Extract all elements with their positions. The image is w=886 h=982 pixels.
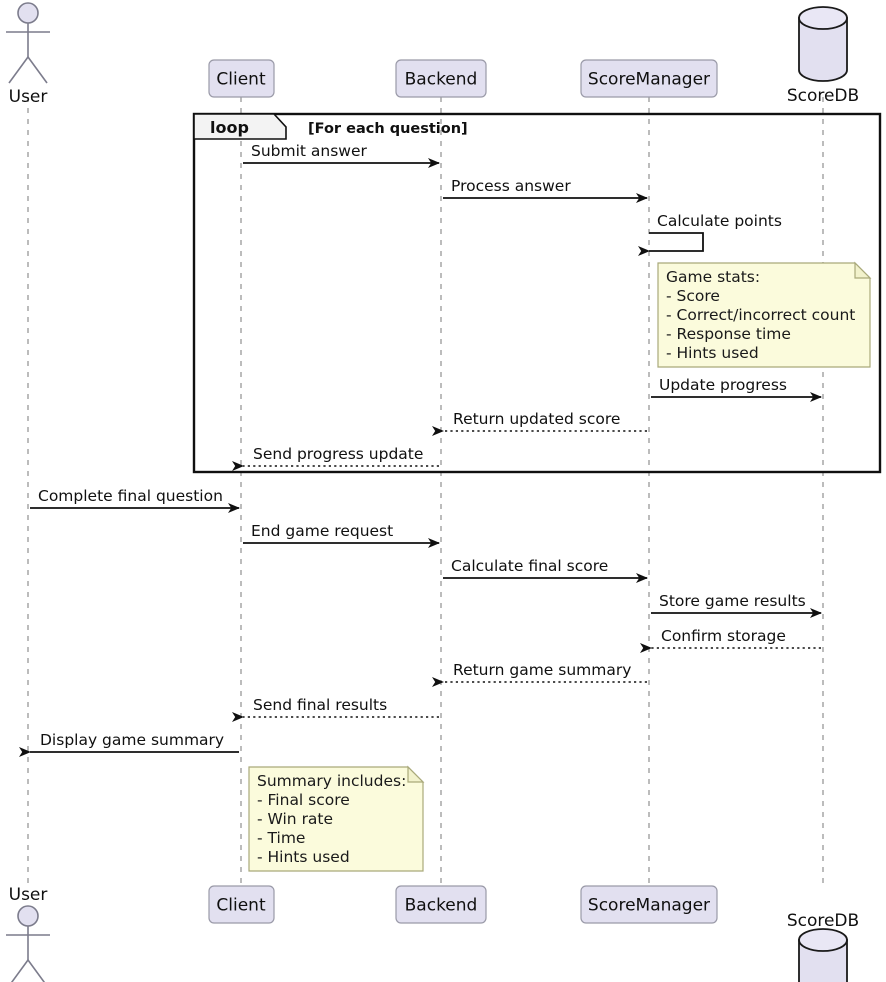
database-top-icon <box>798 6 848 30</box>
message-m8: End game request <box>243 522 440 548</box>
message-label-m3: Calculate points <box>657 212 782 230</box>
message-m2: Process answer <box>443 177 648 203</box>
message-m9: Calculate final score <box>443 557 648 583</box>
note-note-game-stats: Game stats:- Score- Correct/incorrect co… <box>657 261 872 368</box>
message-m4: Update progress <box>651 376 822 402</box>
participants-top-group: User Client Backend ScoreManager ScoreDB <box>6 2 859 107</box>
participant-label-scoremanager: ScoreManager <box>588 70 710 90</box>
participant-label-client: Client <box>216 896 266 916</box>
message-m5: Return updated score <box>432 410 647 436</box>
participants-bottom-group: User Client Backend ScoreManager ScoreDB <box>6 885 859 982</box>
actor-user: User <box>6 2 50 107</box>
participant-label-client: Client <box>216 70 266 90</box>
message-m3: Calculate points <box>638 212 782 256</box>
message-m6: Send progress update <box>232 445 439 471</box>
participant-client[interactable]: Client <box>208 59 275 98</box>
note-line: - Response time <box>666 325 791 343</box>
participant-backend[interactable]: Backend <box>395 59 487 98</box>
message-m13: Send final results <box>232 696 439 722</box>
loop-fragment-tag-label: loop <box>210 118 249 137</box>
message-m11: Confirm storage <box>640 627 821 653</box>
database-label-scoredb: ScoreDB <box>787 911 859 931</box>
message-m1: Submit answer <box>243 142 440 168</box>
message-m12: Return game summary <box>432 661 647 687</box>
participant-backend[interactable]: Backend <box>395 885 487 924</box>
database-scoredb: ScoreDB <box>787 911 859 982</box>
message-label-m13: Send final results <box>253 696 387 714</box>
note-line: - Time <box>257 829 305 847</box>
message-label-m8: End game request <box>251 522 393 540</box>
message-m14: Display game summary <box>19 731 239 757</box>
diagram-svg: loop [For each question] Submit answer Pro… <box>6 2 882 982</box>
note-line: - Hints used <box>666 344 759 362</box>
messages-group: Submit answer Process answer Calculate poi… <box>19 142 822 757</box>
participant-label-backend: Backend <box>405 896 478 916</box>
note-line: Game stats: <box>666 268 760 286</box>
message-label-m14: Display game summary <box>40 731 224 749</box>
actor-leg-right-icon <box>27 959 46 982</box>
actor-leg-left-icon <box>10 959 29 982</box>
note-fold-corner-icon <box>854 261 872 279</box>
message-label-m6: Send progress update <box>253 445 423 463</box>
note-line: - Score <box>666 287 720 305</box>
message-label-m12: Return game summary <box>453 661 631 679</box>
participant-scoremanager[interactable]: ScoreManager <box>580 59 718 98</box>
message-label-m7: Complete final question <box>38 487 223 505</box>
actor-user: User <box>6 885 50 982</box>
message-label-m11: Confirm storage <box>661 627 786 645</box>
actor-label-user: User <box>9 87 48 107</box>
message-label-m5: Return updated score <box>453 410 620 428</box>
note-note-summary-includes: Summary includes:- Final score- Win rate… <box>248 765 425 872</box>
loop-fragment-guard-label: [For each question] <box>308 121 468 137</box>
participant-label-backend: Backend <box>405 70 478 90</box>
participant-scoremanager[interactable]: ScoreManager <box>580 885 718 924</box>
note-line: - Correct/incorrect count <box>666 306 855 324</box>
actor-label-user: User <box>9 885 48 905</box>
note-line: - Hints used <box>257 848 350 866</box>
actor-head-icon <box>17 905 39 927</box>
note-line: Summary includes: <box>257 772 406 790</box>
database-label-scoredb: ScoreDB <box>787 86 859 106</box>
sequence-diagram-canvas: loop [For each question] Submit answer Pro… <box>0 0 886 982</box>
note-fold-corner-icon <box>407 765 425 783</box>
message-m10: Store game results <box>651 592 822 618</box>
actor-leg-left-icon <box>8 56 29 84</box>
actor-leg-right-icon <box>27 56 48 84</box>
note-line: - Win rate <box>257 810 333 828</box>
database-top-icon <box>798 928 848 952</box>
message-label-m9: Calculate final score <box>451 557 608 575</box>
message-label-m2: Process answer <box>451 177 571 195</box>
participant-label-scoremanager: ScoreManager <box>588 896 710 916</box>
message-m7: Complete final question <box>30 487 240 513</box>
message-label-m10: Store game results <box>659 592 806 610</box>
message-self-path-m3 <box>638 232 704 256</box>
participant-client[interactable]: Client <box>208 885 275 924</box>
note-line: - Final score <box>257 791 350 809</box>
message-label-m4: Update progress <box>659 376 787 394</box>
actor-head-icon <box>17 2 39 24</box>
database-scoredb: ScoreDB <box>787 6 859 106</box>
message-label-m1: Submit answer <box>251 142 368 160</box>
